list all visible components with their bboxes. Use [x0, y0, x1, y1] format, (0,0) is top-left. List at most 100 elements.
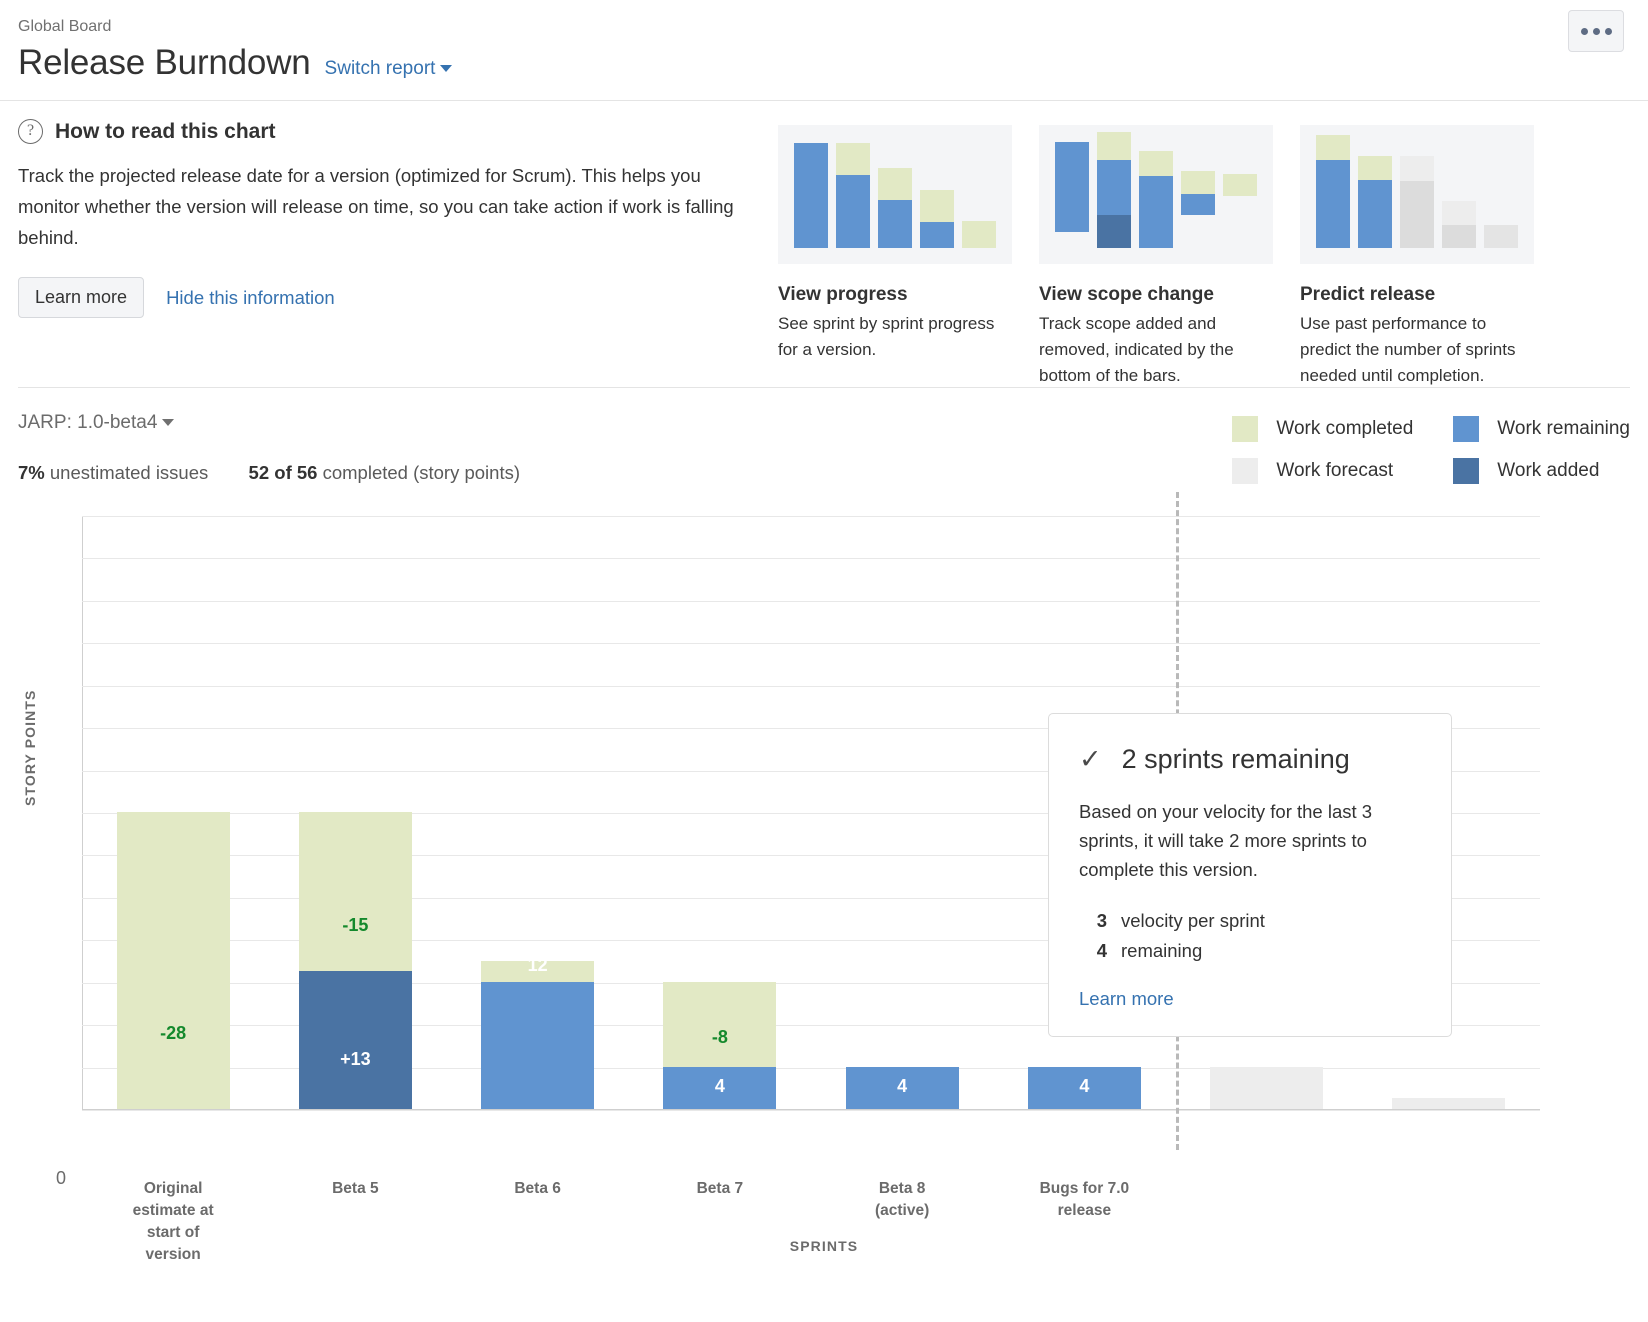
legend-label: Work remaining: [1497, 418, 1630, 439]
bar-segment[interactable]: [1392, 1098, 1506, 1109]
completed-label: completed (story points): [322, 462, 521, 483]
bar-segment[interactable]: 4: [1027, 1066, 1141, 1109]
thumb-seg-forecast-light: [1400, 156, 1434, 181]
bar-column[interactable]: -8 4: [663, 981, 777, 1109]
switch-report-label: Switch report: [324, 58, 436, 79]
page-title: Release Burndown: [18, 43, 311, 82]
thumb-seg-completed: [1316, 135, 1350, 160]
thumb-bar: [1181, 171, 1215, 248]
thumb-seg-completed: [920, 190, 954, 222]
legend-item-work-remaining: Work remaining: [1453, 416, 1630, 442]
bar-value-label: -8: [711, 1026, 728, 1047]
thumb-bar: [836, 143, 870, 248]
prediction-metrics: 3 velocity per sprint 4 remaining: [1079, 906, 1421, 966]
bar-value-label: -28: [160, 1022, 187, 1043]
how-to-read-cards: View progress See sprint by sprint progr…: [778, 119, 1534, 385]
thumb-seg-added: [1097, 215, 1131, 248]
completed-value: 52 of 56: [248, 462, 318, 483]
thumb-seg-remaining: [836, 175, 870, 248]
thumb-seg-remaining: [1055, 142, 1089, 232]
thumb-seg-remaining: [1139, 176, 1173, 248]
thumb-seg-spacer: [1055, 232, 1089, 248]
more-options-button[interactable]: [1568, 10, 1624, 52]
thumb-bar: [1139, 151, 1173, 248]
thumb-seg-forecast: [1442, 225, 1476, 248]
x-axis-label: SPRINTS: [789, 1238, 859, 1254]
bar-column[interactable]: -28: [116, 812, 230, 1109]
how-to-read-heading-row: ? How to read this chart: [18, 119, 778, 144]
breadcrumb[interactable]: Global Board: [18, 10, 1624, 38]
y-axis-label: STORY POINTS: [22, 689, 38, 806]
hide-this-information-link[interactable]: Hide this information: [166, 287, 335, 309]
legend-swatch: [1232, 416, 1259, 442]
bar-column[interactable]: [1210, 1066, 1324, 1109]
bar-segment[interactable]: 12: [481, 955, 595, 982]
prediction-learn-more-link[interactable]: Learn more: [1079, 988, 1421, 1010]
bar-column[interactable]: 12: [481, 955, 595, 1109]
thumb-seg-remaining: [1358, 180, 1392, 248]
card-view-scope-change: View scope change Track scope added and …: [1039, 125, 1273, 385]
thumb-bar: [1442, 201, 1476, 248]
bar-column[interactable]: 4: [1027, 1066, 1141, 1109]
x-axis-tick-label: Bugs for 7.0 release: [1039, 1180, 1130, 1219]
card-description: Use past performance to predict the numb…: [1300, 314, 1516, 385]
bar-value-label: 4: [897, 1076, 908, 1097]
view-scope-change-thumbnail: [1039, 125, 1273, 264]
thumb-seg-completed: [1139, 151, 1173, 176]
prediction-title: 2 sprints remaining: [1121, 744, 1350, 774]
legend-item-work-forecast: Work forecast: [1232, 458, 1413, 484]
thumb-seg-remaining: [878, 200, 912, 248]
metric-value: 3: [1096, 910, 1107, 931]
version-selector[interactable]: JARP: 1.0-beta4: [18, 412, 175, 434]
bar-segment[interactable]: -15: [298, 812, 412, 972]
thumb-seg-spacer: [1223, 196, 1257, 248]
prediction-body: Based on your velocity for the last 3 sp…: [1079, 801, 1373, 880]
thumb-bar: [962, 221, 996, 248]
predict-release-thumbnail: [1300, 125, 1534, 264]
bar-value-label: -15: [342, 915, 369, 936]
bar-column[interactable]: [1392, 1098, 1506, 1109]
bar-segment[interactable]: -8: [663, 981, 777, 1067]
card-description: See sprint by sprint progress for a vers…: [778, 314, 995, 359]
how-to-read-section: ? How to read this chart Track the proje…: [0, 101, 1648, 387]
dot-icon: [1604, 27, 1612, 35]
legend-label: Work completed: [1276, 418, 1414, 439]
card-title: View progress: [778, 284, 908, 305]
thumb-bar: [1484, 225, 1518, 248]
metric-label: remaining: [1121, 940, 1203, 961]
thumb-seg-remaining: [1316, 160, 1350, 248]
thumb-seg-forecast: [1484, 225, 1518, 248]
thumb-seg-completed: [1223, 174, 1257, 196]
bar-segment[interactable]: [1210, 1066, 1324, 1109]
thumb-bar: [878, 168, 912, 248]
bar-column[interactable]: 4: [845, 1066, 959, 1109]
bar-value-label: 4: [714, 1076, 725, 1097]
bar-segment[interactable]: 4: [845, 1066, 959, 1109]
thumb-bar: [1223, 174, 1257, 248]
bar-segment[interactable]: -28: [116, 812, 230, 1109]
how-to-read-actions: Learn more Hide this information: [18, 277, 778, 318]
thumb-bar: [1055, 142, 1089, 248]
legend-swatch: [1453, 458, 1480, 484]
thumb-bar: [1358, 156, 1392, 248]
metric-value: 4: [1096, 940, 1107, 961]
thumb-seg-completed: [878, 168, 912, 200]
metric-velocity: 3 velocity per sprint: [1079, 906, 1421, 936]
legend-swatch: [1232, 458, 1259, 484]
bar-column[interactable]: -15 +13: [298, 812, 412, 1109]
prediction-heading: ✓ 2 sprints remaining: [1079, 744, 1421, 775]
metric-label: velocity per sprint: [1121, 910, 1265, 931]
bar-segment[interactable]: +13: [298, 971, 412, 1109]
prediction-panel: ✓ 2 sprints remaining Based on your velo…: [1048, 713, 1452, 1037]
thumb-seg-forecast-light: [1442, 201, 1476, 225]
thumb-seg-remaining: [1181, 194, 1215, 215]
unestimated-value: 7%: [18, 462, 45, 483]
thumb-seg-completed: [836, 143, 870, 175]
bar-segment[interactable]: 4: [663, 1066, 777, 1109]
thumb-bar: [1316, 135, 1350, 248]
thumb-seg-completed: [962, 221, 996, 248]
switch-report-dropdown[interactable]: Switch report: [325, 58, 453, 80]
bar-segment[interactable]: [481, 981, 595, 1109]
chart-legend: Work completed Work remaining Work forec…: [1232, 416, 1630, 484]
learn-more-button[interactable]: Learn more: [18, 277, 145, 318]
